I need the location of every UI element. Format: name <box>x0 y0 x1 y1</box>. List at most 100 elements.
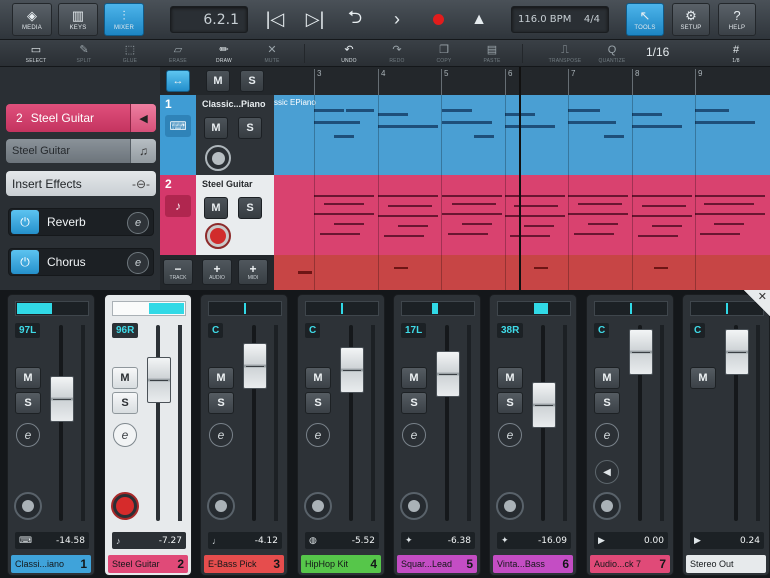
quantize-value[interactable]: 1/16 <box>646 45 669 59</box>
edit-channel-icon[interactable]: e <box>113 423 137 447</box>
track-1-record-arm[interactable] <box>205 145 231 171</box>
metronome-icon[interactable]: ▲ <box>464 6 494 33</box>
arrange-view[interactable]: 3 4 5 6 7 8 9 ssic EPiano <box>274 67 770 290</box>
edit-channel-icon[interactable]: e <box>306 423 330 447</box>
global-mute-button[interactable]: M <box>206 70 230 92</box>
add-track-button[interactable]: − TRACK <box>163 259 193 285</box>
select-tool[interactable]: ▭ SELECT <box>16 40 56 67</box>
monitor-button[interactable] <box>14 492 42 520</box>
monitor-button[interactable] <box>304 492 332 520</box>
channel-name-bar[interactable]: E-Bass Pick 3 <box>204 555 284 573</box>
mute-button[interactable]: M <box>497 367 523 389</box>
monitor-button[interactable] <box>207 492 235 520</box>
solo-button[interactable]: S <box>112 392 138 414</box>
channel-strip-2[interactable]: 96R M Se ♪ -7.27 Steel Guitar 2 <box>104 294 192 576</box>
track-2-header[interactable]: 2 ♪ Steel Guitar M S <box>160 175 274 255</box>
mute-button[interactable]: M <box>690 367 716 389</box>
split-tool[interactable]: ✎ SPLIT <box>64 40 104 67</box>
quantize-button[interactable]: Q QUANTIZE <box>592 40 632 67</box>
monitor-button[interactable] <box>593 492 621 520</box>
channel-name-bar[interactable]: Vinta...Bass 6 <box>493 555 573 573</box>
volume-fader[interactable] <box>725 329 749 375</box>
redo-button[interactable]: ↷ REDO <box>377 40 417 67</box>
channel-name-bar[interactable]: Audio...ck 7 7 <box>590 555 670 573</box>
forward-to-end-icon[interactable]: ▷| <box>300 6 330 33</box>
instrument-edit-icon[interactable]: ♫ <box>130 139 156 163</box>
edit-channel-icon[interactable]: e <box>498 423 522 447</box>
solo-button[interactable]: S <box>208 392 234 414</box>
volume-fader[interactable] <box>50 376 74 422</box>
erase-tool[interactable]: ▱ ERASE <box>158 40 198 67</box>
mute-tool[interactable]: ✕ MUTE <box>252 40 292 67</box>
track-sizing-icon[interactable]: ↔ <box>166 70 190 92</box>
record-icon[interactable] <box>423 6 453 33</box>
rewind-to-start-icon[interactable]: |◁ <box>260 6 290 33</box>
solo-button[interactable]: S <box>401 392 427 414</box>
pan-slider[interactable] <box>305 301 379 316</box>
play-icon[interactable]: › <box>382 6 412 33</box>
loop-icon[interactable]: ⮌ <box>340 6 370 33</box>
channel-strip-6[interactable]: 38R M Se ✦ -16.09 Vinta...Bass 6 <box>489 294 577 576</box>
edit-channel-icon[interactable]: e <box>402 423 426 447</box>
solo-button[interactable]: S <box>497 392 523 414</box>
mute-button[interactable]: M <box>305 367 331 389</box>
help-button[interactable]: ? HELP <box>718 3 756 36</box>
solo-button[interactable]: S <box>15 392 41 414</box>
volume-fader[interactable] <box>147 357 171 403</box>
add-midi-button[interactable]: + MIDI <box>238 259 268 285</box>
power-icon[interactable]: ⏻ <box>11 210 39 234</box>
volume-fader[interactable] <box>436 351 460 397</box>
pan-slider[interactable] <box>594 301 668 316</box>
track-2-mute-button[interactable]: M <box>204 197 228 219</box>
tools-button[interactable]: ↖ TOOLS <box>626 3 664 36</box>
edit-effect-icon[interactable]: e <box>127 212 149 234</box>
channel-strip-3[interactable]: C M Se ♩ -4.12 E-Bass Pick 3 <box>200 294 288 576</box>
tempo-display[interactable]: 116.0 BPM 4/4 <box>511 6 609 33</box>
glue-tool[interactable]: ⬚ GLUE <box>110 40 150 67</box>
mute-button[interactable]: M <box>15 367 41 389</box>
close-mixer-button[interactable]: ✕ <box>744 290 770 316</box>
mute-button[interactable]: M <box>112 367 138 389</box>
solo-button[interactable]: S <box>594 392 620 414</box>
grid-button[interactable]: #1/8 <box>716 40 756 67</box>
global-solo-button[interactable]: S <box>240 70 264 92</box>
solo-button[interactable]: S <box>305 392 331 414</box>
volume-fader[interactable] <box>340 347 364 393</box>
position-display[interactable]: 6.2.1 <box>170 6 248 33</box>
setup-button[interactable]: ⚙ SETUP <box>672 3 710 36</box>
paste-button[interactable]: ▤ PASTE <box>472 40 512 67</box>
channel-name-bar[interactable]: HipHop Kit 4 <box>301 555 381 573</box>
channel-strip-7[interactable]: C M Se ◀ ▶ 0.00 Audio...ck 7 7 <box>586 294 674 576</box>
volume-fader[interactable] <box>532 382 556 428</box>
keys-button[interactable]: ▥ KEYS <box>58 3 98 36</box>
power-icon[interactable]: ⏻ <box>11 250 39 274</box>
bypass-toggle-icon[interactable]: -⊖- <box>132 177 150 191</box>
insert-effects-header[interactable]: Insert Effects -⊖- <box>6 171 156 196</box>
playhead[interactable] <box>519 67 521 290</box>
timeline-ruler[interactable]: 3 4 5 6 7 8 9 <box>274 67 770 95</box>
track-1-solo-button[interactable]: S <box>238 117 262 139</box>
channel-name-bar[interactable]: Squar...Lead 5 <box>397 555 477 573</box>
selected-track-header[interactable]: 2 Steel Guitar ◀ <box>6 104 156 132</box>
volume-fader[interactable] <box>243 343 267 389</box>
undo-button[interactable]: ↶ UNDO <box>329 40 369 67</box>
speaker-icon[interactable]: ◀ <box>595 460 619 484</box>
media-button[interactable]: ◈ MEDIA <box>12 3 52 36</box>
volume-fader[interactable] <box>629 329 653 375</box>
channel-strip-1[interactable]: 97L M Se ⌨ -14.58 Classi...iano 1 <box>7 294 95 576</box>
edit-channel-icon[interactable]: e <box>209 423 233 447</box>
instrument-slot[interactable]: Steel Guitar ♫ <box>6 139 156 163</box>
pan-slider[interactable] <box>112 301 186 316</box>
pan-slider[interactable] <box>401 301 475 316</box>
effect-slot-reverb[interactable]: ⏻ Reverb e <box>8 208 154 236</box>
transpose-button[interactable]: ⎍ TRANSPOSE <box>545 40 585 67</box>
channel-strip-4[interactable]: C M Se ◍ -5.52 HipHop Kit 4 <box>297 294 385 576</box>
channel-strip-5[interactable]: 17L M Se ✦ -6.38 Squar...Lead 5 <box>393 294 481 576</box>
add-audio-button[interactable]: + AUDIO <box>202 259 232 285</box>
mute-button[interactable]: M <box>401 367 427 389</box>
track-1-header[interactable]: 1 ⌨ Classic...Piano M S <box>160 95 274 175</box>
mute-button[interactable]: M <box>594 367 620 389</box>
edit-effect-icon[interactable]: e <box>127 252 149 274</box>
track-2-record-arm[interactable] <box>205 223 231 249</box>
record-arm-button[interactable] <box>111 492 139 520</box>
